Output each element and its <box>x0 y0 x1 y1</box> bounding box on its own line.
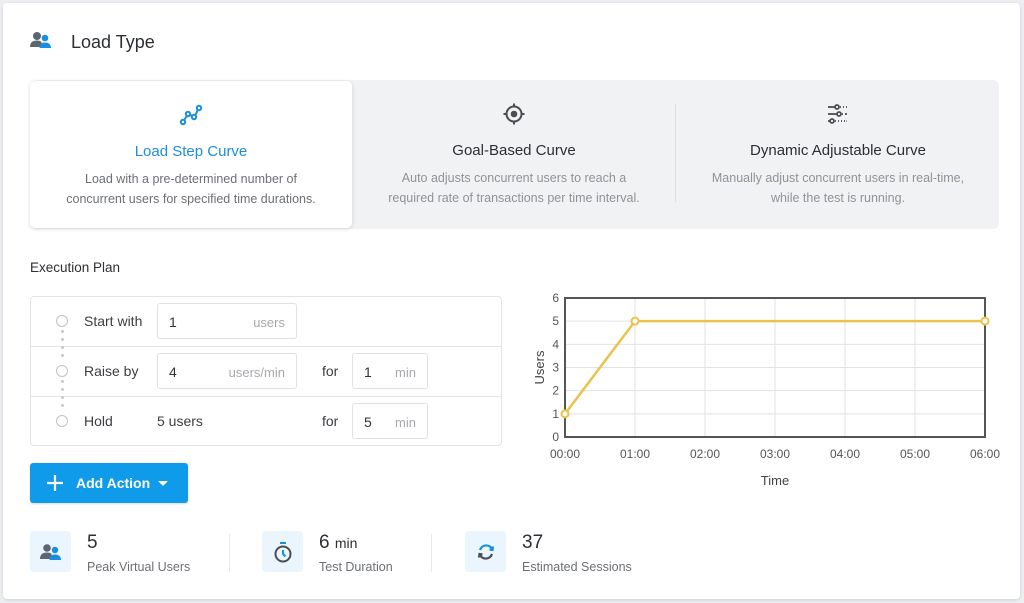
step-marker <box>56 415 68 427</box>
load-type-selector: Load Step Curve Load with a pre-determin… <box>30 80 999 229</box>
execution-plan-list: Start with 1 users Raise by 4 users/min … <box>30 296 502 446</box>
load-type-name: Goal-Based Curve <box>452 142 576 159</box>
x-tick-label: 04:00 <box>830 447 860 461</box>
load-type-card: Load Type Load Step Curve Load with a pr… <box>3 3 1020 599</box>
card-header: Load Type <box>30 31 155 54</box>
page-title: Load Type <box>71 32 155 52</box>
step-marker <box>56 315 68 327</box>
input-unit: users/min <box>228 365 285 380</box>
x-tick-label: 00:00 <box>550 447 580 461</box>
summary-stats: 5 Peak Virtual Users 6 min Test Duration <box>30 531 730 575</box>
input-value[interactable]: 1 <box>364 364 372 380</box>
y-tick-label: 5 <box>552 314 559 328</box>
plan-row-start: Start with 1 users <box>31 297 501 347</box>
data-point <box>630 316 640 326</box>
chart-svg: 0 1 2 3 4 5 6 00:00 01:00 02:00 03:00 04:00 05:00 06… <box>532 291 1000 488</box>
start-users-input[interactable]: 1 users <box>157 303 297 339</box>
load-type-option-goal-based[interactable]: Goal-Based Curve Auto adjusts concurrent… <box>352 80 676 229</box>
raise-duration-input[interactable]: 1 min <box>352 353 428 389</box>
y-tick-label: 3 <box>552 361 559 375</box>
divider <box>431 534 432 572</box>
users-icon <box>30 531 71 572</box>
data-point <box>560 409 570 419</box>
y-axis-label: Users <box>532 350 547 384</box>
add-action-button[interactable]: Add Action <box>30 463 188 503</box>
load-type-name: Dynamic Adjustable Curve <box>750 142 926 159</box>
input-unit: users <box>253 315 285 330</box>
y-tick-label: 2 <box>552 384 559 398</box>
load-type-description: Load with a pre-determined number of con… <box>30 169 352 209</box>
load-type-description: Auto adjusts concurrent users to reach a… <box>352 168 676 208</box>
line-chart-icon <box>179 103 203 127</box>
stat-estimated-sessions: 37 Estimated Sessions <box>465 531 665 575</box>
stat-value: 5 <box>87 532 98 553</box>
for-label: for <box>322 413 339 429</box>
description-line: Auto adjusts concurrent users to reach a <box>401 171 627 185</box>
load-type-description: Manually adjust concurrent users in real… <box>677 168 999 208</box>
stat-value: 6 min <box>319 532 358 553</box>
input-unit: min <box>395 365 416 380</box>
hold-users-value: 5 users <box>157 413 203 429</box>
stat-peak-users: 5 Peak Virtual Users <box>30 531 220 575</box>
description-line: Load with a pre-determined number of <box>85 172 297 186</box>
load-type-option-dynamic[interactable]: Dynamic Adjustable Curve Manually adjust… <box>677 80 999 229</box>
add-action-label: Add Action <box>76 475 151 491</box>
stat-label: Test Duration <box>319 560 393 574</box>
description-line: concurrent users for specified time dura… <box>66 192 316 206</box>
step-connector <box>61 380 64 412</box>
users-icon <box>30 31 52 54</box>
stat-test-duration: 6 min Test Duration <box>262 531 442 575</box>
x-tick-label: 02:00 <box>690 447 720 461</box>
load-curve-chart: 0 1 2 3 4 5 6 00:00 01:00 02:00 03:00 04:00 05:00 06… <box>523 283 1013 493</box>
stat-value: 37 <box>522 532 544 553</box>
step-connector <box>61 330 64 362</box>
description-line: Manually adjust concurrent users in real… <box>711 171 965 185</box>
load-type-option-step-curve[interactable]: Load Step Curve Load with a pre-determin… <box>30 81 352 228</box>
y-tick-labels: 0 1 2 3 4 5 6 <box>552 291 559 444</box>
stat-label: Estimated Sessions <box>522 560 632 574</box>
step-label: Hold <box>84 413 113 429</box>
y-tick-label: 1 <box>552 407 559 421</box>
step-label: Start with <box>84 313 143 329</box>
divider <box>675 104 676 202</box>
input-value[interactable]: 4 <box>169 364 177 380</box>
description-line: required rate of transactions per time i… <box>388 191 640 205</box>
y-tick-label: 0 <box>552 430 559 444</box>
x-axis-label: Time <box>761 473 789 488</box>
plus-icon <box>47 475 63 491</box>
input-value[interactable]: 1 <box>169 314 177 330</box>
step-marker <box>56 365 68 377</box>
input-value[interactable]: 5 <box>364 414 372 430</box>
stopwatch-icon <box>262 531 303 572</box>
divider <box>229 534 230 572</box>
stat-label: Peak Virtual Users <box>87 560 191 574</box>
x-tick-label: 05:00 <box>900 447 930 461</box>
data-point <box>980 316 990 326</box>
target-icon <box>502 102 526 126</box>
refresh-icon <box>465 531 506 572</box>
execution-plan-title: Execution Plan <box>30 260 121 275</box>
sliders-icon <box>826 102 850 126</box>
input-unit: min <box>395 415 416 430</box>
y-tick-label: 6 <box>552 291 559 305</box>
for-label: for <box>322 363 339 379</box>
x-tick-label: 01:00 <box>620 447 650 461</box>
raise-rate-input[interactable]: 4 users/min <box>157 353 297 389</box>
hold-duration-input[interactable]: 5 min <box>352 403 428 439</box>
step-label: Raise by <box>84 363 139 379</box>
x-tick-labels: 00:00 01:00 02:00 03:00 04:00 05:00 06:00 <box>550 447 1000 461</box>
y-tick-label: 4 <box>552 337 559 351</box>
chart-grid <box>564 297 986 438</box>
chevron-down-icon[interactable] <box>158 481 168 486</box>
x-tick-label: 06:00 <box>970 447 1000 461</box>
x-tick-label: 03:00 <box>760 447 790 461</box>
plan-row-hold: Hold 5 users for 5 min <box>31 396 501 446</box>
load-type-name: Load Step Curve <box>134 143 248 160</box>
plan-row-raise: Raise by 4 users/min for 1 min <box>31 346 501 396</box>
description-line: while the test is running. <box>770 191 906 205</box>
